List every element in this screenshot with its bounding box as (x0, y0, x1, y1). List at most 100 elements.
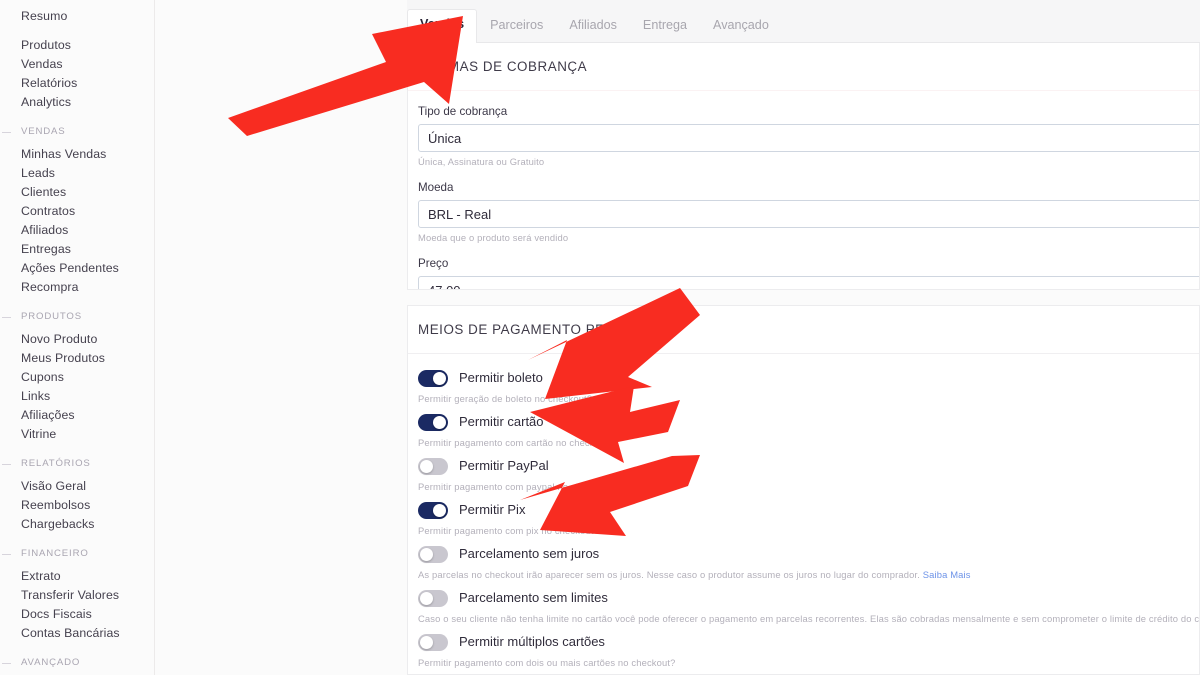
toggle-row-permitir-pix: Permitir Pix Permitir pagamento com pix … (418, 498, 1199, 537)
hint-moeda: Moeda que o produto será vendido (418, 232, 569, 243)
sidebar-item-transferir-valores[interactable]: Transferir Valores (0, 586, 154, 605)
sidebar-item-meus-produtos[interactable]: Meus Produtos (0, 349, 154, 368)
saiba-mais-link[interactable]: Saiba Mais (923, 569, 971, 580)
toggle-row-parcelamento-sem-limites: Parcelamento sem limites Caso o seu clie… (418, 586, 1199, 625)
toggle-parcelamento-sem-juros[interactable] (418, 545, 448, 563)
tab-avancado[interactable]: Avançado (700, 10, 782, 44)
label-parcelamento-sem-limites: Parcelamento sem limites (459, 590, 608, 605)
app-root: Resumo Produtos Vendas Relatórios Analyt… (0, 0, 1200, 675)
sidebar-item-chargebacks[interactable]: Chargebacks (0, 515, 154, 534)
sidebar-item-entregas[interactable]: Entregas (0, 240, 154, 259)
sidebar-item-produtos[interactable]: Produtos (0, 36, 154, 55)
toggle-row-parcelamento-sem-juros: Parcelamento sem juros As parcelas no ch… (418, 542, 1199, 581)
toggle-knob-icon (420, 635, 433, 649)
hint-permitir-pix: Permitir pagamento com pix no checkout? (418, 525, 1199, 537)
main-content: Vendas Parceiros Afiliados Entrega Avanç… (155, 0, 1200, 675)
hint-text: Permitir pagamento com cartão no checkou… (418, 437, 614, 448)
sidebar-item-relatorios[interactable]: Relatórios (0, 74, 154, 93)
toggle-line: Permitir boleto (418, 366, 1199, 390)
sidebar-item-afiliacoes[interactable]: Afiliações (0, 406, 154, 425)
sidebar-item-acoes-pendentes[interactable]: Ações Pendentes (0, 259, 154, 278)
sidebar-section-avancado: AVANÇADO (0, 657, 154, 669)
field-preco: Preço Ex: 1.000,00 (418, 257, 1199, 289)
sidebar: Resumo Produtos Vendas Relatórios Analyt… (0, 0, 155, 675)
sidebar-item-links[interactable]: Links (0, 387, 154, 406)
input-moeda[interactable] (418, 200, 1199, 228)
sidebar-item-analytics[interactable]: Analytics (0, 93, 154, 112)
label-preco: Preço (418, 257, 449, 270)
toggle-line: Permitir múltiplos cartões (418, 630, 1199, 654)
toggle-parcelamento-sem-limites[interactable] (418, 589, 448, 607)
section-dash-icon (2, 317, 11, 318)
hint-text: As parcelas no checkout irão aparecer se… (418, 569, 920, 580)
toggle-row-permitir-paypal: Permitir PayPal Permitir pagamento com p… (418, 454, 1199, 493)
hint-tipo-de-cobranca: Única, Assinatura ou Gratuito (418, 156, 545, 167)
sidebar-item-cupons[interactable]: Cupons (0, 368, 154, 387)
label-tipo-de-cobranca: Tipo de cobrança (418, 105, 508, 118)
sidebar-item-vendas[interactable]: Vendas (0, 55, 154, 74)
label-parcelamento-sem-juros: Parcelamento sem juros (459, 546, 600, 561)
sidebar-section-label: FINANCEIRO (21, 548, 89, 559)
label-permitir-paypal: Permitir PayPal (459, 458, 549, 473)
toggle-knob-icon (433, 415, 446, 429)
sidebar-item-leads[interactable]: Leads (0, 164, 154, 183)
section-dash-icon (2, 132, 11, 133)
toggle-permitir-paypal[interactable] (418, 457, 448, 475)
section-title-formas-de-cobranca: FORMAS DE COBRANÇA (408, 43, 1199, 91)
sidebar-item-resumo[interactable]: Resumo (0, 7, 154, 26)
input-tipo-de-cobranca[interactable] (418, 124, 1199, 152)
sidebar-item-recompra[interactable]: Recompra (0, 278, 154, 297)
hint-permitir-multiplos-cartoes: Permitir pagamento com dois ou mais cart… (418, 657, 1199, 669)
sidebar-item-docs-fiscais[interactable]: Docs Fiscais (0, 605, 154, 624)
sidebar-item-reembolsos[interactable]: Reembolsos (0, 496, 154, 515)
hint-permitir-paypal: Permitir pagamento com paypal no checkou… (418, 481, 1199, 493)
sidebar-item-vitrine[interactable]: Vitrine (0, 425, 154, 444)
hint-text: Permitir pagamento com dois ou mais cart… (418, 657, 676, 668)
toggle-line: Parcelamento sem limites (418, 586, 1199, 610)
tab-entrega[interactable]: Entrega (630, 10, 700, 44)
sidebar-item-visao-geral[interactable]: Visão Geral (0, 477, 154, 496)
sidebar-item-contas-bancarias[interactable]: Contas Bancárias (0, 624, 154, 643)
label-permitir-boleto: Permitir boleto (459, 370, 543, 385)
sidebar-item-afiliados[interactable]: Afiliados (0, 221, 154, 240)
toggle-knob-icon (420, 591, 433, 605)
toggle-permitir-cartao[interactable] (418, 413, 448, 431)
sidebar-item-minhas-vendas[interactable]: Minhas Vendas (0, 145, 154, 164)
sidebar-section-label: AVANÇADO (21, 657, 81, 668)
cobranca-fields: Tipo de cobrança Única, Assinatura ou Gr… (408, 91, 1199, 289)
label-permitir-multiplos-cartoes: Permitir múltiplos cartões (459, 634, 605, 649)
toggle-row-permitir-cartao: Permitir cartão Permitir pagamento com c… (418, 410, 1199, 449)
input-preco[interactable] (418, 276, 1199, 289)
sidebar-item-novo-produto[interactable]: Novo Produto (0, 330, 154, 349)
tab-afiliados[interactable]: Afiliados (556, 10, 630, 44)
hint-permitir-cartao: Permitir pagamento com cartão no checkou… (418, 437, 1199, 449)
sidebar-item-contratos[interactable]: Contratos (0, 202, 154, 221)
section-dash-icon (2, 464, 11, 465)
sidebar-item-extrato[interactable]: Extrato (0, 567, 154, 586)
label-permitir-cartao: Permitir cartão (459, 414, 544, 429)
hint-permitir-boleto: Permitir geração de boleto no checkout? (418, 393, 1199, 405)
toggle-knob-icon (433, 371, 446, 385)
hint-text: Caso o seu cliente não tenha limite no c… (418, 613, 1200, 624)
toggle-line: Permitir Pix (418, 498, 1199, 522)
tab-vendas[interactable]: Vendas (407, 9, 478, 44)
toggle-permitir-boleto[interactable] (418, 369, 448, 387)
toggle-permitir-pix[interactable] (418, 501, 448, 519)
sidebar-section-vendas: VENDAS (0, 126, 154, 138)
sidebar-section-relatorios: RELATÓRIOS (0, 458, 154, 470)
hint-parcelamento-sem-juros: As parcelas no checkout irão aparecer se… (418, 569, 1199, 581)
pagamento-toggles: Permitir boleto Permitir geração de bole… (408, 354, 1199, 669)
section-dash-icon (2, 663, 11, 664)
sidebar-section-label: RELATÓRIOS (21, 458, 91, 469)
tab-list: Vendas Parceiros Afiliados Entrega Avanç… (407, 0, 1200, 44)
section-title-meios-de-pagamento: MEIOS DE PAGAMENTO PERMITIDOS (408, 306, 1199, 354)
tab-parceiros[interactable]: Parceiros (477, 10, 556, 44)
sidebar-section-label: PRODUTOS (21, 311, 82, 322)
field-tipo-de-cobranca: Tipo de cobrança Única, Assinatura ou Gr… (418, 105, 1199, 168)
hint-text: Permitir pagamento com pix no checkout? (418, 525, 599, 536)
sidebar-item-clientes[interactable]: Clientes (0, 183, 154, 202)
toggle-permitir-multiplos-cartoes[interactable] (418, 633, 448, 651)
hint-text: Permitir pagamento com paypal no checkou… (418, 481, 616, 492)
section-dash-icon (2, 554, 11, 555)
